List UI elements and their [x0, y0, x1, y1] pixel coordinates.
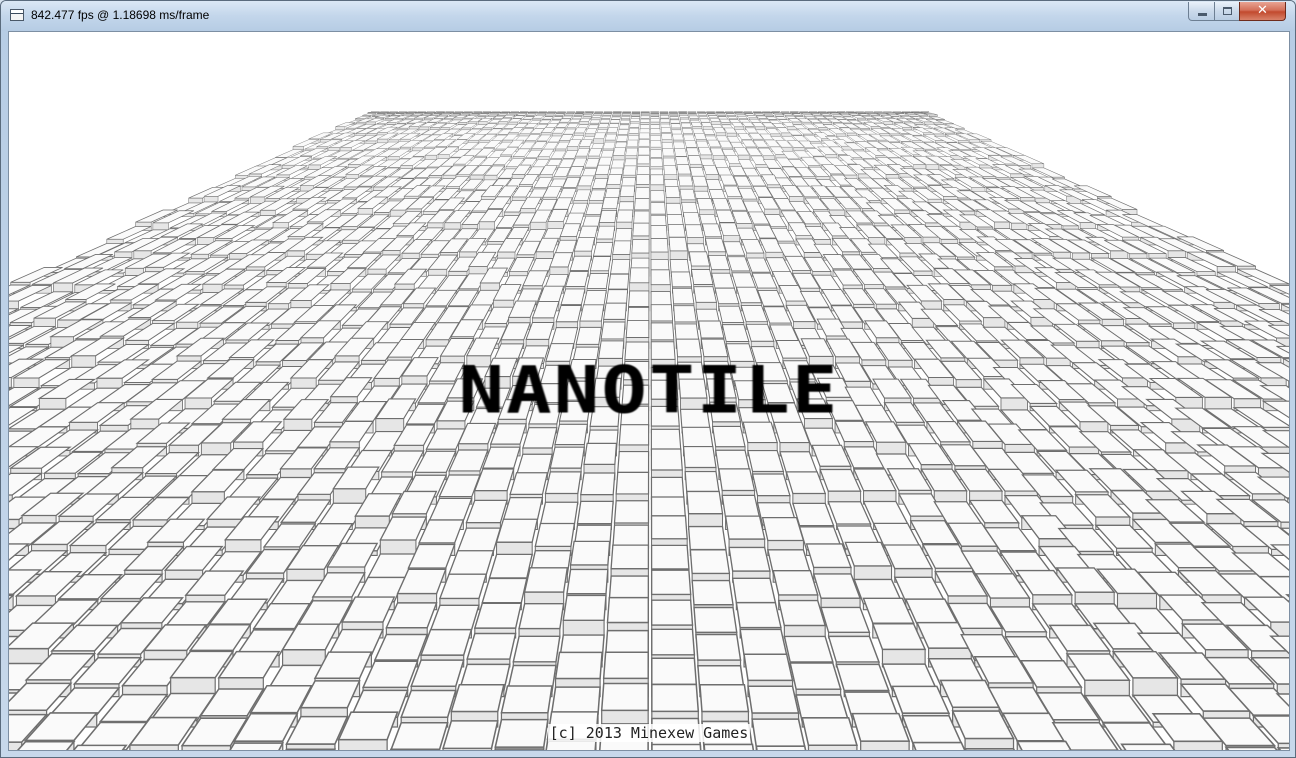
game-window: 842.477 fps @ 1.18698 ms/frame ✕ NANOTIL…: [0, 0, 1296, 758]
copyright-label: [c] 2013 Minexew Games: [547, 724, 751, 742]
game-logo: NANOTILE: [458, 352, 840, 428]
title-bar[interactable]: 842.477 fps @ 1.18698 ms/frame ✕: [1, 1, 1295, 31]
close-icon: ✕: [1257, 3, 1268, 18]
copyright-text: [c] 2013 Minexew Games: [9, 724, 1289, 742]
minimize-button[interactable]: [1188, 2, 1215, 21]
close-button[interactable]: ✕: [1239, 2, 1286, 21]
maximize-icon: [1223, 7, 1232, 15]
window-title: 842.477 fps @ 1.18698 ms/frame: [31, 8, 210, 22]
game-viewport[interactable]: NANOTILE [c] 2013 Minexew Games: [8, 31, 1290, 751]
window-icon[interactable]: [10, 9, 24, 21]
minimize-icon: [1198, 13, 1207, 16]
maximize-button[interactable]: [1214, 2, 1240, 21]
tile-grid: [9, 111, 1289, 750]
